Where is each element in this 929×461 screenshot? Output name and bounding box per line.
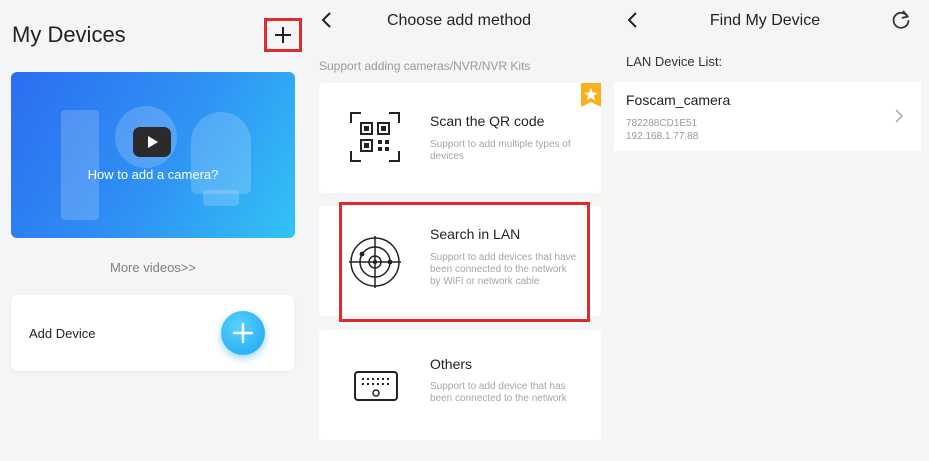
device-ip: 192.168.1.77:88 [626,131,699,142]
page-title: Choose add method [386,12,532,29]
plus-icon [275,27,291,43]
scan-qr-card[interactable]: Scan the QR code Support to add multiple… [319,83,601,193]
device-id: 782288CD1E51 [626,118,698,129]
support-subtitle: Support adding cameras/NVR/NVR Kits [319,59,531,73]
find-device-screen: Find My Device LAN Device List: Foscam_c… [612,0,929,461]
my-devices-screen: My Devices How to add a camera? More vid… [0,0,306,461]
method-description: Support to add device that has been conn… [430,381,567,404]
star-badge-icon [581,83,601,107]
method-title: Scan the QR code [430,113,545,129]
method-description: Support to add multiple types of devices [430,139,571,162]
device-icon [354,371,398,401]
chevron-right-icon [895,109,904,123]
others-card[interactable]: Others Support to add device that has be… [319,330,601,440]
method-title: Others [430,356,473,372]
play-icon[interactable] [133,127,171,157]
add-device-button[interactable] [221,311,265,355]
device-list-item[interactable]: Foscam_camera 782288CD1E51 192.168.1.77:… [614,82,921,151]
add-button[interactable] [264,18,302,52]
device-name: Foscam_camera [626,92,731,108]
plus-icon [232,322,254,344]
banner-caption: How to add a camera? [87,167,219,182]
refresh-icon[interactable] [890,9,912,31]
page-title: My Devices [12,22,126,47]
add-device-card[interactable]: Add Device [11,295,294,371]
qr-code-icon [350,112,400,162]
more-videos-link[interactable]: More videos>> [0,260,306,275]
lan-device-list-label: LAN Device List: [626,54,723,69]
choose-method-screen: Choose add method Support adding cameras… [306,0,612,461]
add-device-label: Add Device [29,326,96,341]
highlight-box [339,202,590,322]
page-title: Find My Device [709,12,821,29]
